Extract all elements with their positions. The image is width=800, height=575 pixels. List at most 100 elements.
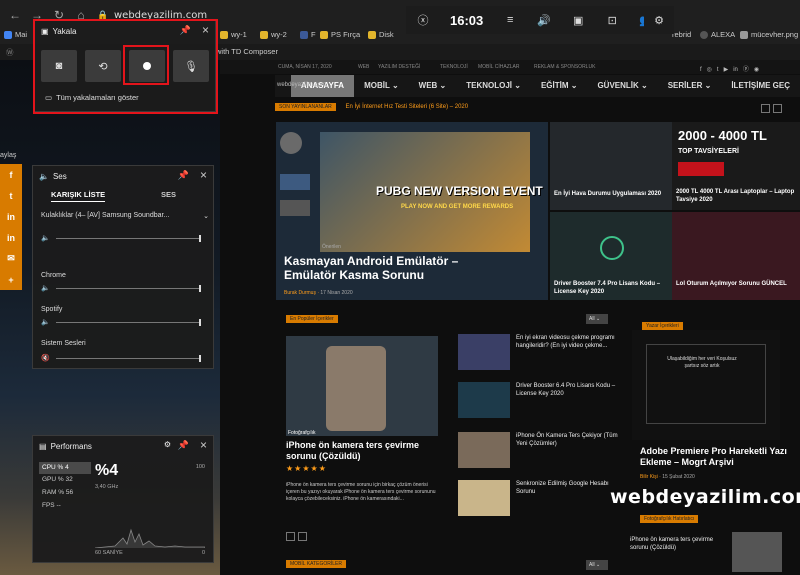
footer-select[interactable]: All ⌄ bbox=[586, 560, 608, 570]
side-card-title[interactable]: Lol Oturum Açılmıyor Sorunu GÜNCEL bbox=[676, 280, 798, 288]
tab-voice[interactable]: SES bbox=[161, 190, 176, 199]
social-icons[interactable]: f ◎ t ▶ in ⓟ ◉ bbox=[700, 64, 759, 73]
twitter-share-icon[interactable]: t bbox=[0, 185, 22, 206]
page-prev-button[interactable] bbox=[286, 532, 295, 541]
right-feature-card[interactable]: Ulaşabildiğim her veri Koşulsuz şartsız … bbox=[632, 330, 780, 440]
hero-author[interactable]: Burak Durmuş bbox=[284, 290, 316, 296]
thumb-icon bbox=[280, 132, 302, 154]
performance-icon[interactable]: ⊡ bbox=[595, 6, 629, 34]
ticker-link[interactable]: En İyi İnternet Hız Testi Siteleri (6 Si… bbox=[345, 104, 468, 110]
right-meta: Bilir Kişi · 15 Şubat 2020 bbox=[640, 474, 695, 480]
pin-icon[interactable]: 📌 bbox=[178, 440, 189, 451]
category-select[interactable]: All ⌄ bbox=[586, 314, 608, 324]
tab-mix[interactable]: KARIŞIK LİSTE bbox=[51, 190, 106, 202]
bookmark-item[interactable]: rebrid bbox=[672, 30, 691, 39]
settings-icon[interactable]: ⚙ bbox=[164, 440, 171, 449]
feature-excerpt: iPhone ön kamera ters çevirme sorunu içi… bbox=[286, 482, 436, 502]
bookmark-item[interactable]: PS Fırça bbox=[320, 30, 360, 39]
side-card-title[interactable]: Driver Booster 7.4 Pro Lisans Kodu – Lic… bbox=[554, 280, 670, 296]
back-icon[interactable]: ← bbox=[8, 8, 22, 22]
hero-title[interactable]: Kasmayan Android Emülatör – Emülatör Kas… bbox=[284, 254, 494, 282]
logo-circle bbox=[600, 236, 624, 260]
clock: 16:03 bbox=[450, 12, 484, 28]
hero-thumbs bbox=[280, 132, 310, 242]
device-volume-slider[interactable]: 🔈 bbox=[41, 234, 201, 242]
hero-tag: Önerilen bbox=[322, 244, 341, 250]
nav-mobil[interactable]: MOBİL ⌄ bbox=[354, 75, 409, 97]
right-badge: Yazar İçerikleri bbox=[642, 322, 683, 330]
xbox-icon[interactable]: ⓧ bbox=[406, 6, 440, 34]
facebook-share-icon[interactable]: f bbox=[0, 164, 22, 185]
system-volume-slider[interactable]: 🔇 bbox=[41, 354, 201, 362]
nav-web[interactable]: WEB ⌄ bbox=[409, 75, 457, 97]
site-logo[interactable]: webdeyazilim.com bbox=[277, 82, 326, 88]
ticker-next-button[interactable] bbox=[773, 104, 782, 113]
mail-share-icon[interactable]: ✉ bbox=[0, 248, 22, 269]
topbar-link[interactable]: MOBİL CİHAZLAR bbox=[478, 64, 520, 70]
linkedin-share-icon[interactable]: in bbox=[0, 206, 22, 227]
bookmark-item[interactable]: with TD Composer bbox=[216, 47, 278, 56]
audio-panel-header: 🔈 Ses 📌 × bbox=[33, 166, 213, 186]
side-card-3[interactable]: Driver Booster 7.4 Pro Lisans Kodu – Lic… bbox=[550, 212, 672, 300]
bookmark-item[interactable]: F bbox=[300, 30, 316, 39]
side-card-1[interactable]: En İyi Hava Durumu Uygulaması 2020 bbox=[550, 122, 672, 210]
nav-guvenlik[interactable]: GÜVENLİK ⌄ bbox=[587, 75, 657, 97]
bookmark-item[interactable]: Disk bbox=[368, 30, 394, 39]
side-card-4[interactable]: Lol Oturum Açılmıyor Sorunu GÜNCEL bbox=[672, 212, 800, 300]
linkedin-share-icon[interactable]: in bbox=[0, 227, 22, 248]
feature-title[interactable]: iPhone ön kamera ters çevirme sorunu (Çö… bbox=[286, 440, 446, 462]
right2-thumb bbox=[732, 532, 782, 572]
topbar-link[interactable]: WEB bbox=[358, 64, 369, 70]
settings-icon[interactable]: ⚙ bbox=[644, 6, 674, 34]
bookmark-item[interactable]: mücevher.png bbox=[740, 30, 798, 39]
performance-panel: ▤ Performans ⚙ 📌 × CPU % 4 GPU % 32 RAM … bbox=[32, 435, 214, 563]
site-logo-area[interactable]: webdeyazilim.com bbox=[275, 75, 326, 97]
page-next-button[interactable] bbox=[298, 532, 307, 541]
spotify-volume-slider[interactable]: 🔈 bbox=[41, 318, 201, 326]
ticker-prev-button[interactable] bbox=[761, 104, 770, 113]
bookmark-item[interactable]: ALEXA bbox=[700, 30, 735, 39]
nav-egitim[interactable]: EĞİTİM ⌄ bbox=[531, 75, 587, 97]
side-card-2[interactable]: 2000 - 4000 TL TOP TAVSİYELERİ 2000 TL 4… bbox=[672, 122, 800, 210]
capture-icon[interactable]: ▣ bbox=[561, 6, 595, 34]
pin-icon[interactable]: 📌 bbox=[178, 170, 189, 181]
side-card-title[interactable]: En İyi Hava Durumu Uygulaması 2020 bbox=[554, 190, 670, 198]
menu-icon[interactable]: ≡ bbox=[493, 6, 527, 34]
hero-banner: PUBG NEW VERSION EVENT bbox=[376, 184, 543, 198]
bookmark-item[interactable]: wy-2 bbox=[260, 30, 287, 39]
device-select[interactable]: Kulaklıklar (4– [AV] Samsung Soundbar...… bbox=[41, 212, 209, 220]
performance-panel-title: Performans bbox=[50, 441, 92, 451]
topbar-link[interactable]: REKLAM & SPONSORLUK bbox=[534, 64, 595, 70]
right2-title[interactable]: iPhone ön kamera ters çevirme sorunu (Çö… bbox=[630, 536, 720, 552]
more-share-icon[interactable]: + bbox=[0, 269, 22, 290]
chrome-volume-slider[interactable]: 🔈 bbox=[41, 284, 201, 292]
side-card-sub: TOP TAVSİYELERİ bbox=[678, 148, 739, 155]
nav-seriler[interactable]: SERİLER ⌄ bbox=[658, 75, 722, 97]
stat-ram[interactable]: RAM % 56 bbox=[39, 489, 73, 496]
hero-card[interactable]: PUBG NEW VERSION EVENT PLAY NOW AND GET … bbox=[276, 122, 548, 300]
bookmark-item[interactable]: Mai bbox=[4, 30, 27, 39]
wordpress-icon[interactable]: Ⓦ bbox=[6, 47, 14, 58]
stat-gpu[interactable]: GPU % 32 bbox=[39, 476, 73, 483]
topbar-link[interactable]: TEKNOLOJİ bbox=[440, 64, 468, 70]
footer-badge: MOBİL KATEGORİLER bbox=[286, 560, 346, 568]
feature-card[interactable]: Fotoğrafçılık bbox=[286, 336, 438, 436]
feature-tag: Fotoğrafçılık bbox=[288, 430, 316, 436]
right-title[interactable]: Adobe Premiere Pro Hareketli Yazı Ekleme… bbox=[640, 446, 790, 468]
close-icon[interactable]: × bbox=[200, 438, 207, 452]
topbar-link[interactable]: YAZILIM DESTEĞİ bbox=[378, 64, 420, 70]
screen: ← → ↻ ⌂ 🔒 webdeyazilim.com Mai wy-1 wy-2… bbox=[0, 0, 800, 575]
nav-iletisim[interactable]: İLETİŞİME GEÇ bbox=[721, 75, 800, 97]
side-card-title[interactable]: 2000 TL 4000 TL Arası Laptoplar – Laptop… bbox=[676, 188, 798, 204]
nav-teknoloji[interactable]: TEKNOLOJİ ⌄ bbox=[456, 75, 531, 97]
bookmark-item[interactable]: wy-1 bbox=[220, 30, 247, 39]
chevron-down-icon: ⌄ bbox=[203, 213, 209, 220]
right2-badge: Fotoğrafçılık Hatırlatıcı bbox=[640, 515, 699, 523]
stat-cpu[interactable]: CPU % 4 bbox=[39, 462, 91, 474]
performance-icon: ▤ bbox=[39, 441, 47, 451]
close-icon[interactable]: × bbox=[200, 168, 207, 182]
stat-fps[interactable]: FPS -- bbox=[39, 502, 61, 509]
audio-icon[interactable]: 🔊 bbox=[527, 6, 561, 34]
hero-date: 17 Nisan 2020 bbox=[320, 290, 353, 296]
quote-text: Ulaşabildiğim her veri Koşulsuz şartsız … bbox=[667, 356, 737, 369]
